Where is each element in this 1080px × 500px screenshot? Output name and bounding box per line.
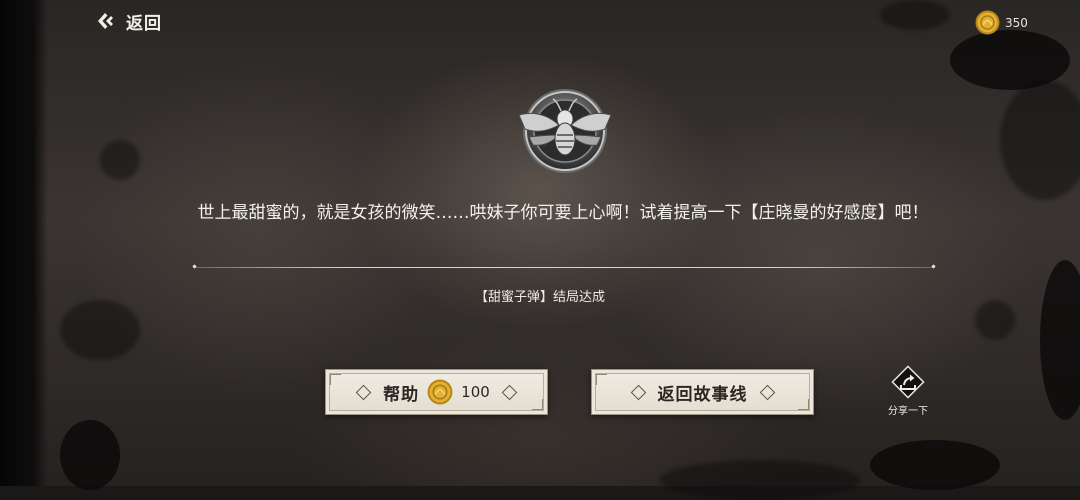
diamond-ornament-icon	[630, 384, 646, 400]
left-edge-shadow	[0, 0, 48, 486]
help-button-label: 帮助	[383, 384, 420, 405]
back-label: 返回	[126, 13, 162, 34]
bee-emblem-icon	[518, 89, 612, 173]
return-storyline-label: 返回故事线	[657, 384, 748, 405]
diamond-ornament-icon	[355, 384, 372, 400]
diamond-ornament-icon	[501, 384, 518, 400]
back-button[interactable]: 返回	[96, 8, 162, 34]
return-storyline-button[interactable]: 返回故事线	[591, 369, 814, 415]
currency-value: 350	[1005, 15, 1028, 30]
ending-achieved-text: 【甜蜜子弹】结局达成	[474, 290, 605, 305]
diamond-ornament-icon	[759, 384, 775, 400]
ending-message: 世上最甜蜜的，就是女孩的微笑……哄妹子你可要上心啊！试着提高一下【庄晓曼的好感度…	[197, 203, 929, 223]
chevron-left-icon	[98, 13, 113, 29]
share-button[interactable]: 分享一下	[882, 364, 934, 420]
coin-icon	[427, 379, 453, 405]
share-label: 分享一下	[888, 406, 928, 417]
help-button[interactable]: 帮助 100	[325, 369, 548, 415]
share-icon	[891, 365, 925, 399]
help-cost: 100	[461, 383, 490, 401]
coin-icon	[975, 10, 1000, 35]
divider	[195, 267, 933, 268]
currency-display: 350	[975, 10, 1028, 35]
